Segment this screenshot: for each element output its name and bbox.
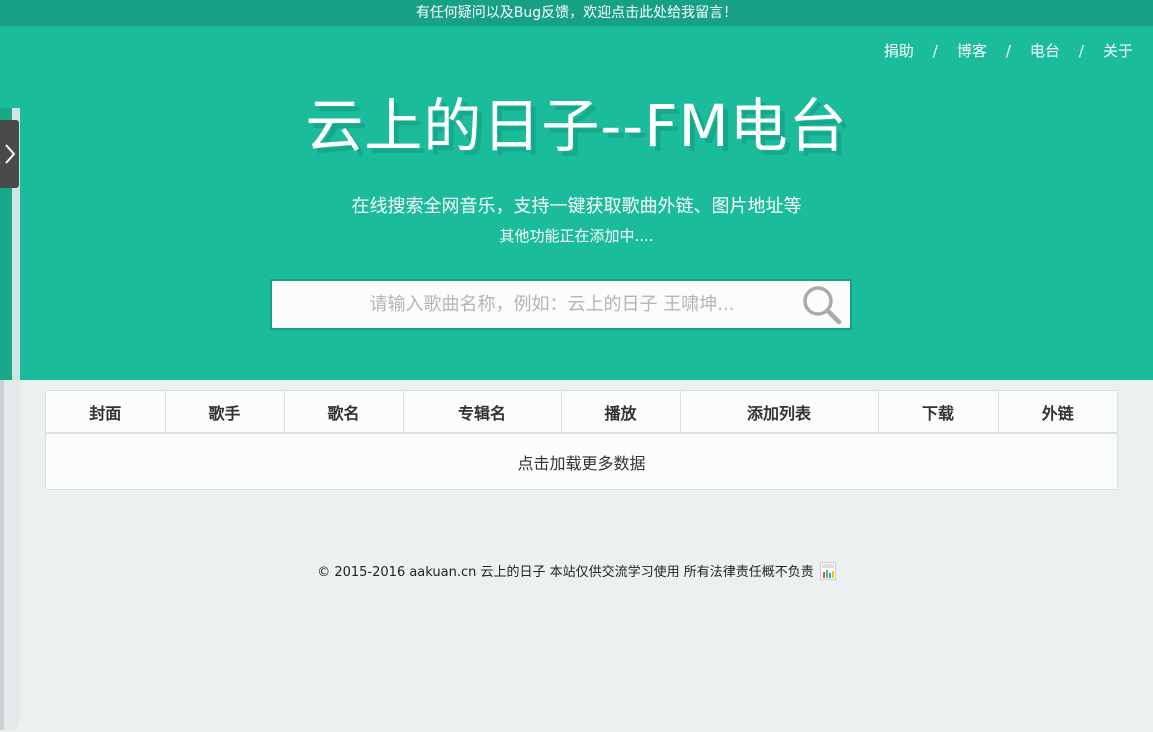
column-header-play: 播放 [561,391,681,434]
page-subtitle-secondary: 其他功能正在添加中.... [499,227,654,245]
page-title: 云上的日子--FM电台 [305,92,848,160]
column-header-add-to-list: 添加列表 [680,391,879,434]
feedback-banner[interactable]: 有任何疑问以及Bug反馈，欢迎点击此处给我留言！ [0,0,1153,26]
nav-separator: / [932,41,938,60]
nav-separator: / [1078,41,1084,60]
nav-radio-link[interactable]: 电台 [1030,40,1060,61]
nav-about-link[interactable]: 关于 [1103,40,1133,61]
hero-section: 捐助 / 博客 / 电台 / 关于 云上的日子--FM电台 在线搜索全网音乐，支… [0,26,1153,380]
results-table: 封面 歌手 歌名 专辑名 播放 添加列表 下载 外链 点击加载更多数据 [45,390,1118,490]
column-header-song: 歌名 [284,391,404,434]
nav-blog-link[interactable]: 博客 [957,40,987,61]
column-header-album: 专辑名 [403,391,562,434]
nav-donate-link[interactable]: 捐助 [884,40,914,61]
load-more-button[interactable]: 点击加载更多数据 [46,433,1117,489]
top-nav: 捐助 / 博客 / 电台 / 关于 [884,40,1133,61]
table-row: 点击加载更多数据 [46,433,1117,489]
side-panel-toggle[interactable] [0,120,19,188]
page-subtitle: 在线搜索全网音乐，支持一键获取歌曲外链、图片地址等 [351,196,802,217]
chevron-right-icon [4,144,15,164]
search-box [270,279,852,330]
column-header-download: 下载 [878,391,999,434]
column-header-external-link: 外链 [998,391,1117,434]
column-header-cover: 封面 [46,391,166,434]
footer-copyright: © 2015-2016 aakuan.cn 云上的日子 本站仅供交流学习使用 所… [317,565,814,580]
search-input[interactable] [272,281,794,328]
table-header-row: 封面 歌手 歌名 专辑名 播放 添加列表 下载 外链 [46,391,1117,434]
column-header-artist: 歌手 [165,391,285,434]
search-icon[interactable] [794,281,850,328]
nav-separator: / [1005,41,1011,60]
footer: © 2015-2016 aakuan.cn 云上的日子 本站仅供交流学习使用 所… [0,561,1153,580]
cnzz-stats-icon[interactable] [819,561,836,580]
